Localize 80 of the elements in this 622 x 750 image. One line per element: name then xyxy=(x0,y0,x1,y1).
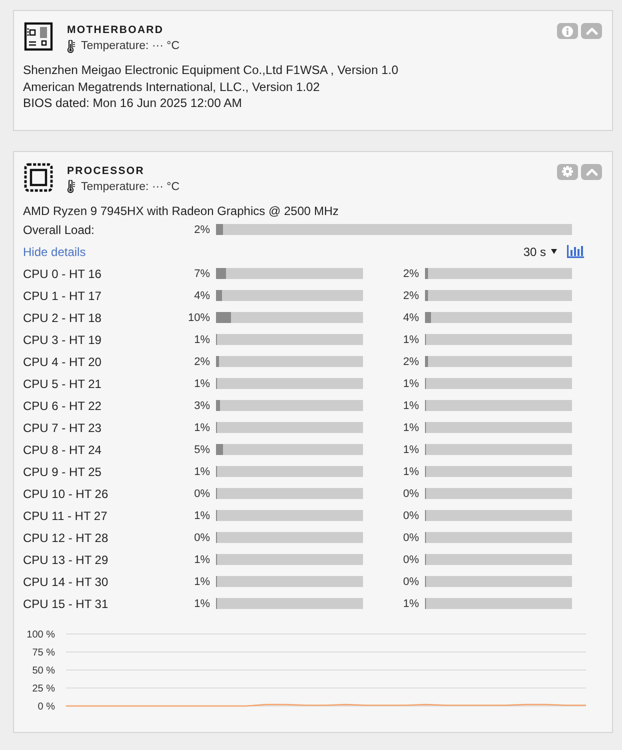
load-percent: 1% xyxy=(194,576,210,588)
chart-toggle-button[interactable] xyxy=(567,245,584,258)
cpu-label: CPU 4 - HT 20 xyxy=(23,354,102,368)
load-percent: 1% xyxy=(194,334,210,346)
load-percent: 1% xyxy=(403,598,419,610)
caret-down-icon xyxy=(551,249,557,254)
overall-load-label: Overall Load: xyxy=(23,222,94,236)
cpu-label: CPU 15 - HT 31 xyxy=(23,596,108,610)
load-percent: 0% xyxy=(194,532,210,544)
cpu-label: CPU 0 - HT 16 xyxy=(23,266,102,280)
cpu-label: CPU 9 - HT 25 xyxy=(23,464,102,478)
load-percent: 3% xyxy=(194,400,210,412)
collapse-button[interactable] xyxy=(581,164,602,180)
detail-text: American Megatrends International, LLC., Version 1.02 xyxy=(23,78,320,95)
axis-label: 0 % xyxy=(38,701,55,712)
load-percent: 2% xyxy=(403,268,419,280)
cpu-label: CPU 13 - HT 29 xyxy=(23,552,108,566)
load-percent: 1% xyxy=(403,378,419,390)
cpu-label: CPU 14 - HT 30 xyxy=(23,574,108,588)
interval-dropdown[interactable]: 30 s xyxy=(523,244,557,258)
chevron-up-icon xyxy=(586,27,598,35)
load-percent: 1% xyxy=(194,598,210,610)
load-percent: 4% xyxy=(194,290,210,302)
processor-model: AMD Ryzen 9 7945HX with Radeon Graphics @ 2500 MHz xyxy=(23,202,339,218)
load-percent: 1% xyxy=(403,444,419,456)
load-percent: 1% xyxy=(194,554,210,566)
motherboard-icon xyxy=(24,22,53,51)
cpu-label: CPU 5 - HT 21 xyxy=(23,376,102,390)
panel-title: PROCESSOR xyxy=(67,164,144,178)
load-percent: 4% xyxy=(403,312,419,324)
load-percent: 0% xyxy=(194,488,210,500)
cpu-label: CPU 2 - HT 18 xyxy=(23,310,102,324)
info-icon xyxy=(562,26,573,36)
load-percent: 5% xyxy=(194,444,210,456)
load-percent: 10% xyxy=(188,312,210,324)
hide-details-link[interactable]: Hide details xyxy=(23,244,86,258)
load-percent: 2% xyxy=(194,224,210,236)
cpu-label: CPU 3 - HT 19 xyxy=(23,332,102,346)
settings-icon xyxy=(562,166,573,177)
cpu-label: CPU 11 - HT 27 xyxy=(23,508,108,522)
load-percent: 1% xyxy=(194,378,210,390)
processor-chip-icon xyxy=(24,162,53,192)
chevron-up-icon xyxy=(586,168,598,176)
load-percent: 1% xyxy=(403,400,419,412)
load-percent: 1% xyxy=(403,466,419,478)
cpu-label: CPU 7 - HT 23 xyxy=(23,420,102,434)
detail-text: Shenzhen Meigao Electronic Equipment Co.,Ltd F1WSA , Version 1.0 xyxy=(23,62,398,78)
load-percent: 2% xyxy=(403,356,419,368)
load-percent: 0% xyxy=(403,532,419,544)
load-percent: 1% xyxy=(194,466,210,478)
load-percent: 1% xyxy=(194,422,210,434)
load-percent: 1% xyxy=(403,334,419,346)
load-percent: 2% xyxy=(403,290,419,302)
load-percent: 1% xyxy=(403,422,419,434)
load-percent: 0% xyxy=(403,510,419,522)
cpu-label: CPU 1 - HT 17 xyxy=(23,288,102,302)
load-percent: 0% xyxy=(403,554,419,566)
load-percent: 0% xyxy=(403,576,419,588)
temperature-reading: Temperature: ··· °C xyxy=(81,40,180,52)
settings-button[interactable] xyxy=(557,164,578,180)
detail-text: BIOS dated: Mon 16 Jun 2025 12:00 AM xyxy=(23,95,242,112)
thermometer-icon xyxy=(67,180,75,193)
cpu-label: CPU 8 - HT 24 xyxy=(23,442,102,456)
bar-chart-icon xyxy=(567,245,584,258)
temperature-reading: Temperature: ··· °C xyxy=(81,180,180,192)
panel-title: MOTHERBOARD xyxy=(67,23,164,37)
cpu-label: CPU 6 - HT 22 xyxy=(23,398,102,412)
axis-label: 25 % xyxy=(32,683,55,694)
info-button[interactable] xyxy=(557,23,578,39)
load-percent: 1% xyxy=(194,510,210,522)
axis-label: 100 % xyxy=(26,629,55,640)
load-percent: 7% xyxy=(194,268,210,280)
load-percent: 0% xyxy=(403,488,419,500)
axis-label: 50 % xyxy=(32,665,55,676)
collapse-button[interactable] xyxy=(581,23,602,39)
load-percent: 2% xyxy=(194,356,210,368)
axis-label: 75 % xyxy=(32,647,55,658)
cpu-label: CPU 10 - HT 26 xyxy=(23,486,108,500)
thermometer-icon xyxy=(67,40,75,52)
cpu-label: CPU 12 - HT 28 xyxy=(23,530,108,544)
